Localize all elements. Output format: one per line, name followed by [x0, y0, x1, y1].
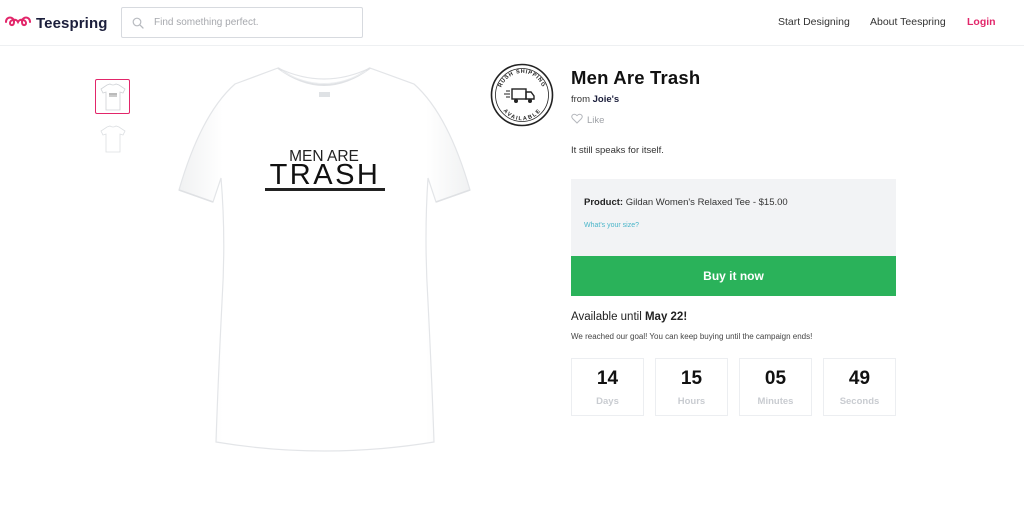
seller-link[interactable]: Joie's [593, 94, 620, 105]
countdown-unit: Seconds [839, 396, 880, 407]
countdown-value: 49 [848, 368, 871, 389]
goal-message: We reached our goal! You can keep buying… [571, 332, 813, 341]
teespring-logo-icon [4, 13, 32, 34]
countdown-days: 14 Days [571, 358, 644, 416]
shirt-back-thumbnail-image [99, 125, 126, 152]
availability-prefix: Available until [571, 311, 642, 323]
search-input[interactable] [152, 16, 356, 29]
countdown-seconds: 49 Seconds [823, 358, 896, 416]
buy-now-button[interactable]: Buy it now [571, 256, 896, 296]
search-bar[interactable] [121, 7, 363, 38]
like-label: Like [587, 114, 605, 126]
countdown-hours: 15 Hours [655, 358, 728, 416]
countdown-unit: Days [596, 396, 619, 407]
product-title: Men Are Trash [571, 67, 701, 88]
availability-date: May 22! [644, 311, 688, 323]
countdown-value: 05 [764, 368, 787, 389]
countdown-value: 15 [680, 368, 703, 389]
product-description: It still speaks for itself. [571, 145, 664, 156]
countdown-unit: Hours [677, 396, 706, 407]
shirt-print-bottom: TRASH [270, 159, 381, 191]
like-button[interactable]: Like [571, 113, 604, 127]
size-guide-link[interactable]: What's your size? [584, 222, 639, 229]
product-thumbnail-back[interactable] [95, 121, 130, 156]
product-thumbnail-front[interactable] [95, 79, 130, 114]
site-header: Teespring Start Designing About Teesprin… [0, 0, 1024, 46]
product-image: MEN ARE TRASH [178, 62, 471, 462]
nav-login[interactable]: Login [967, 16, 996, 28]
from-label: from [571, 94, 590, 105]
shirt-print-underline [265, 188, 385, 191]
shirt-front-thumbnail-image [99, 83, 126, 110]
countdown-minutes: 05 Minutes [739, 358, 812, 416]
rush-shipping-badge: RUSH SHIPPING AVAILABLE [490, 63, 554, 127]
countdown-unit: Minutes [757, 396, 794, 407]
product-selector: Product: Gildan Women's Relaxed Tee - $1… [571, 179, 896, 257]
product-line[interactable]: Product: Gildan Women's Relaxed Tee - $1… [584, 197, 788, 208]
nav-start-designing[interactable]: Start Designing [778, 16, 850, 28]
countdown-value: 14 [596, 368, 619, 389]
nav-about-teespring[interactable]: About Teespring [870, 16, 946, 28]
brand-logo[interactable]: Teespring [4, 13, 107, 34]
availability-line: Available until May 22! [571, 311, 687, 323]
shirt-tag-icon [319, 92, 330, 97]
product-seller-line: from Joie's [571, 94, 619, 105]
brand-name: Teespring [36, 15, 108, 32]
heart-icon [571, 113, 583, 127]
product-label: Product: [584, 197, 624, 208]
search-icon [131, 16, 145, 30]
product-value: Gildan Women's Relaxed Tee - $15.00 [625, 197, 788, 208]
